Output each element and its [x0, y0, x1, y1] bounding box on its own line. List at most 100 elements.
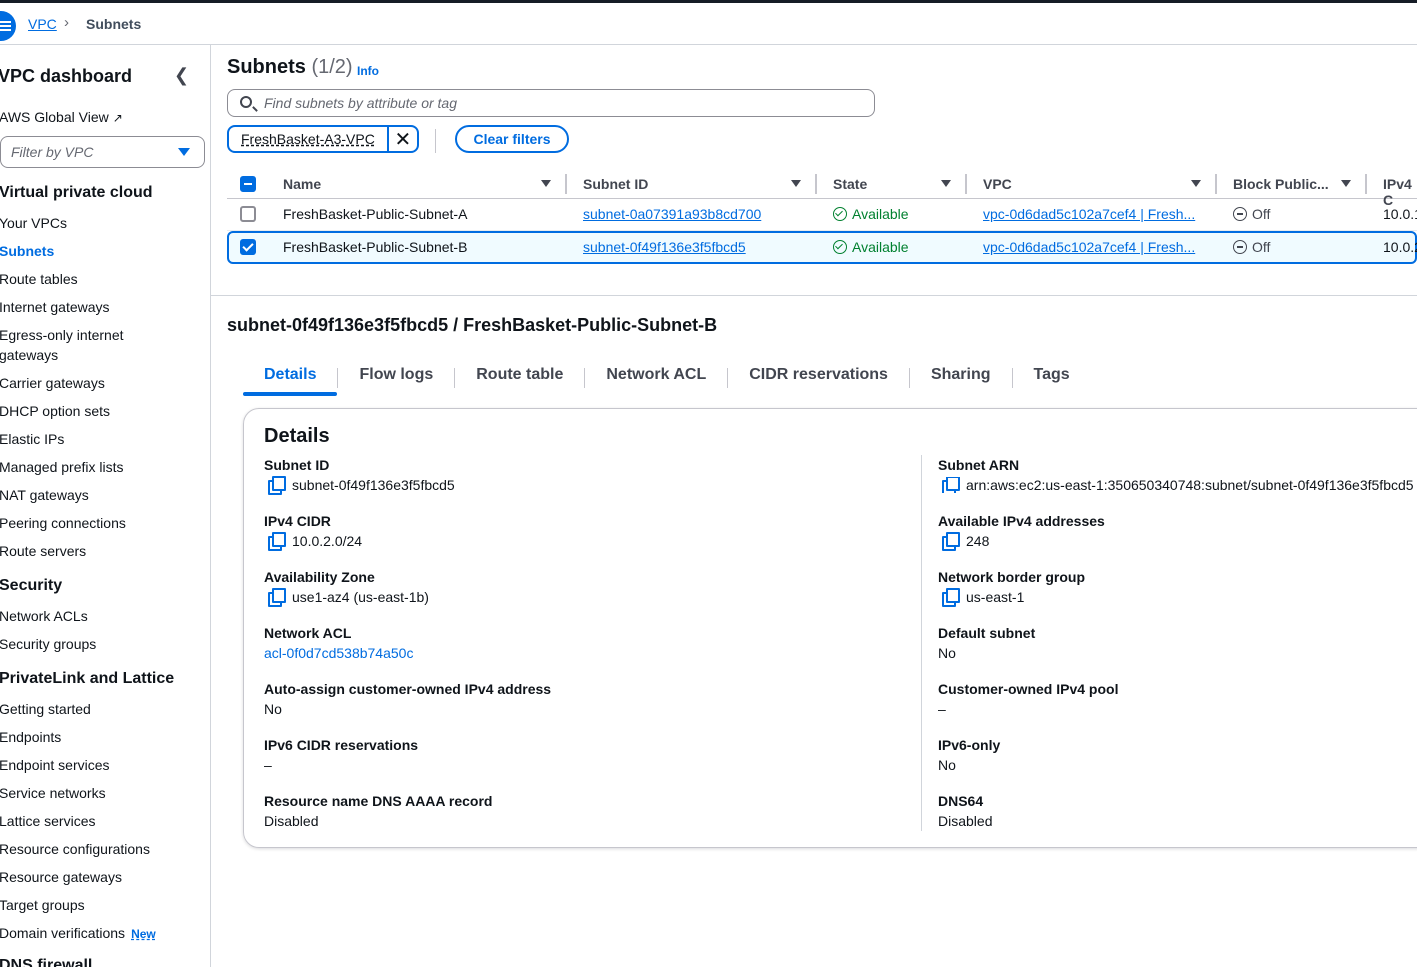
sidebar-item-domain-verifications[interactable]: Domain verifications New — [0, 923, 199, 944]
search-icon — [240, 96, 252, 108]
sidebar: VPC dashboard ❮ AWS Global View ↗ Filter … — [0, 45, 211, 967]
sidebar-item-your-vpcs[interactable]: Your VPCs — [0, 213, 199, 233]
sidebar-item-network-acls[interactable]: Network ACLs — [0, 606, 199, 626]
sort-caret-icon[interactable] — [1191, 180, 1201, 187]
table-row[interactable]: FreshBasket-Public-Subnet-B subnet-0f49f… — [227, 231, 1417, 264]
sidebar-item-prefix-lists[interactable]: Managed prefix lists — [0, 457, 199, 477]
column-resizer[interactable] — [565, 174, 567, 194]
tab-route-table[interactable]: Route table — [455, 360, 584, 396]
filter-token[interactable]: FreshBasket-A3-VPC ✕ — [227, 125, 419, 153]
sort-caret-icon[interactable] — [941, 180, 951, 187]
column-header-subnet-id[interactable]: Subnet ID — [583, 176, 648, 192]
select-all-checkbox[interactable] — [240, 176, 256, 192]
column-resizer[interactable] — [1365, 174, 1367, 194]
tab-cidr-reservations[interactable]: CIDR reservations — [728, 360, 909, 396]
sidebar-item-route-tables[interactable]: Route tables — [0, 269, 199, 289]
value-text: us-east-1 — [966, 589, 1025, 605]
cell-vpc-link[interactable]: vpc-0d6dad5c102a7cef4 | Fresh... — [983, 206, 1203, 222]
close-icon[interactable]: ✕ — [386, 127, 417, 151]
main-content: Subnets (1/2) Info FreshBasket-A3-VPC ✕ … — [211, 45, 1417, 967]
field-dns-aaaa: Resource name DNS AAAA record Disabled — [264, 793, 492, 829]
info-link[interactable]: Info — [357, 64, 379, 78]
field-ipv6-only: IPv6-only No — [938, 737, 1000, 773]
column-header-vpc[interactable]: VPC — [983, 176, 1012, 192]
tab-tags[interactable]: Tags — [1013, 360, 1091, 396]
copy-icon[interactable] — [268, 588, 286, 607]
sidebar-section-privatelink[interactable]: PrivateLink and Lattice — [0, 670, 174, 688]
column-resizer[interactable] — [965, 174, 967, 194]
row-checkbox[interactable] — [240, 206, 256, 222]
sort-caret-icon[interactable] — [791, 180, 801, 187]
sidebar-item-endpoints[interactable]: Endpoints — [0, 727, 199, 747]
copy-icon[interactable] — [942, 477, 960, 493]
column-resizer[interactable] — [815, 174, 817, 194]
sidebar-item-elastic-ips[interactable]: Elastic IPs — [0, 429, 199, 449]
sidebar-item-nat-gateways[interactable]: NAT gateways — [0, 485, 199, 505]
cell-vpc-link[interactable]: vpc-0d6dad5c102a7cef4 | Fresh... — [983, 239, 1203, 255]
divider — [435, 129, 436, 153]
column-resizer[interactable] — [1215, 174, 1217, 194]
selection-count: (1/2) — [311, 56, 353, 78]
copy-icon[interactable] — [942, 588, 960, 607]
clear-filters-button[interactable]: Clear filters — [455, 125, 569, 153]
sidebar-item-internet-gateways[interactable]: Internet gateways — [0, 297, 199, 317]
cell-ipv4: 10.0.2 — [1383, 239, 1417, 255]
value-text: arn:aws:ec2:us-east-1:350650340748:subne… — [966, 477, 1414, 493]
tab-details[interactable]: Details — [243, 360, 338, 396]
breadcrumb-vpc-link[interactable]: VPC — [28, 16, 57, 32]
column-header-name[interactable]: Name — [283, 176, 321, 192]
column-header-state[interactable]: State — [833, 176, 867, 192]
copy-icon[interactable] — [942, 532, 960, 551]
caret-down-icon — [178, 148, 190, 156]
table-row[interactable]: FreshBasket-Public-Subnet-A subnet-0a073… — [227, 199, 1417, 230]
search-field[interactable] — [227, 89, 875, 117]
tab-network-acl[interactable]: Network ACL — [585, 360, 727, 396]
sidebar-item-peering[interactable]: Peering connections — [0, 513, 199, 533]
sidebar-item-target-groups[interactable]: Target groups — [0, 895, 199, 915]
sidebar-item-lattice-services[interactable]: Lattice services — [0, 811, 199, 831]
network-acl-link[interactable]: acl-0f0d7cd538b74a50c — [264, 645, 413, 661]
sidebar-title[interactable]: VPC dashboard — [0, 66, 132, 87]
collapse-sidebar-icon[interactable]: ❮ — [174, 65, 189, 86]
sidebar-item-dhcp[interactable]: DHCP option sets — [0, 401, 199, 421]
cell-subnet-id-link[interactable]: subnet-0f49f136e3f5fbcd5 — [583, 239, 813, 255]
sidebar-item-service-networks[interactable]: Service networks — [0, 783, 199, 803]
tab-sharing[interactable]: Sharing — [910, 360, 1012, 396]
field-value: subnet-0f49f136e3f5fbcd5 — [264, 476, 455, 495]
cell-name: FreshBasket-Public-Subnet-B — [283, 239, 468, 255]
copy-icon[interactable] — [268, 532, 286, 551]
column-header-block-public[interactable]: Block Public... — [1233, 176, 1329, 192]
field-value: 248 — [938, 532, 1105, 551]
vpc-filter-select[interactable]: Filter by VPC — [0, 136, 205, 168]
sidebar-item-subnets[interactable]: Subnets — [0, 241, 199, 261]
sidebar-item-getting-started[interactable]: Getting started — [0, 699, 199, 719]
sidebar-section-security[interactable]: Security — [0, 577, 62, 595]
row-checkbox[interactable] — [240, 239, 256, 255]
sidebar-item-resource-configurations[interactable]: Resource configurations — [0, 839, 199, 859]
detail-title: subnet-0f49f136e3f5fbcd5 / FreshBasket-P… — [227, 315, 718, 335]
sidebar-item-resource-gateways[interactable]: Resource gateways — [0, 867, 199, 887]
cell-subnet-id-link[interactable]: subnet-0a07391a93b8cd700 — [583, 206, 813, 222]
tab-flow-logs[interactable]: Flow logs — [338, 360, 454, 396]
cell-state: Available — [833, 239, 963, 255]
sort-caret-icon[interactable] — [1341, 180, 1351, 187]
sidebar-item-egress-only[interactable]: Egress-only internet gateways — [0, 325, 139, 365]
sidebar-section-dns-firewall[interactable]: DNS firewall — [0, 957, 92, 967]
menu-button[interactable] — [0, 11, 16, 41]
copy-icon[interactable] — [268, 476, 286, 495]
subnets-panel: Subnets (1/2) Info FreshBasket-A3-VPC ✕ … — [211, 45, 1417, 296]
field-value: arn:aws:ec2:us-east-1:350650340748:subne… — [938, 477, 1416, 493]
sidebar-item-carrier-gateways[interactable]: Carrier gateways — [0, 373, 199, 393]
sort-caret-icon[interactable] — [541, 180, 551, 187]
sidebar-item-global-view[interactable]: AWS Global View ↗ — [0, 109, 123, 125]
field-value: 10.0.2.0/24 — [264, 532, 362, 551]
filter-token-label[interactable]: FreshBasket-A3-VPC — [229, 127, 387, 151]
sidebar-section-vpc[interactable]: Virtual private cloud — [0, 184, 153, 202]
field-default-subnet: Default subnet No — [938, 625, 1035, 661]
field-label: DNS64 — [938, 793, 984, 809]
field-available-ipv4: Available IPv4 addresses 248 — [938, 513, 1105, 551]
sidebar-item-security-groups[interactable]: Security groups — [0, 634, 199, 654]
sidebar-item-endpoint-services[interactable]: Endpoint services — [0, 755, 199, 775]
search-input[interactable] — [264, 95, 824, 111]
sidebar-item-route-servers[interactable]: Route servers — [0, 541, 199, 561]
